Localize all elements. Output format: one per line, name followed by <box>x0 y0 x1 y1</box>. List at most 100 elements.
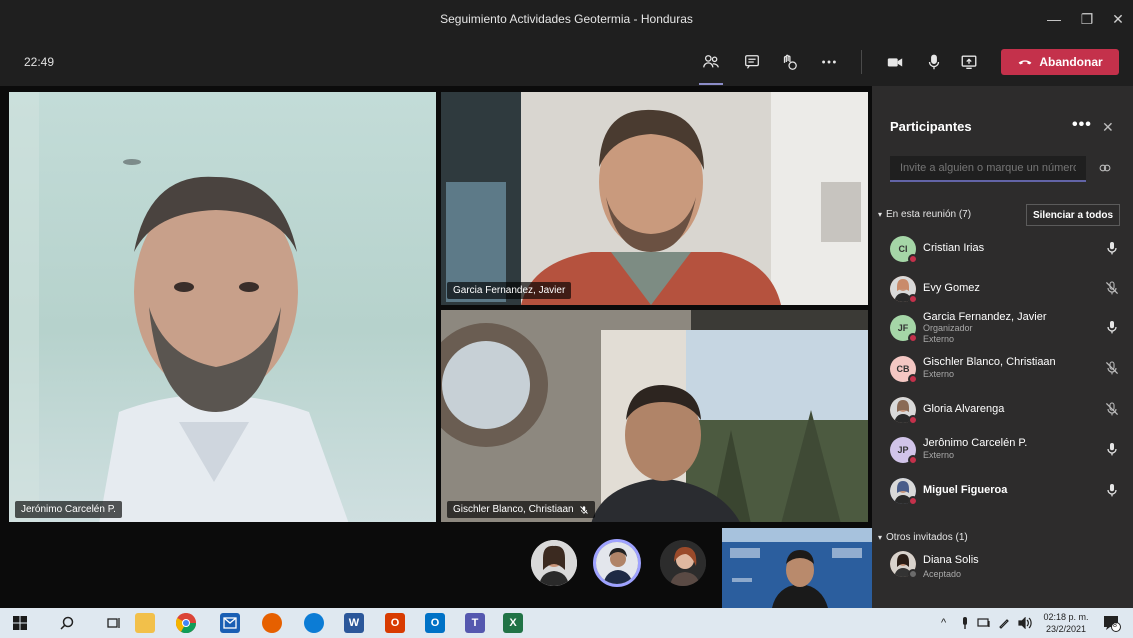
avatar <box>890 551 918 579</box>
participant-row[interactable]: JF Garcia Fernandez, Javier Organizador Ext… <box>890 311 1122 347</box>
share-screen-icon[interactable] <box>958 51 980 73</box>
participant-row[interactable]: CB Gischler Blanco, Christiaan Externo <box>890 352 1122 388</box>
excel-icon[interactable]: X <box>503 613 523 633</box>
office-icon[interactable]: O <box>385 613 405 633</box>
status-dot <box>908 496 918 506</box>
participant-row[interactable]: Gloria Alvarenga <box>890 393 1122 429</box>
mute-all-button[interactable]: Silenciar a todos <box>1026 204 1120 226</box>
meeting-timer: 22:49 <box>24 55 55 69</box>
microphone-muted-icon[interactable] <box>1104 360 1120 376</box>
system-clock[interactable]: 02:18 p. m. 23/2/2021 <box>1040 611 1092 635</box>
chevron-down-icon: ▾ <box>878 210 883 219</box>
status-dot <box>908 569 918 579</box>
avatar-initials: JP <box>897 445 909 455</box>
video-tile-javier[interactable]: Garcia Fernandez, Javier <box>441 92 868 305</box>
participants-icon[interactable] <box>700 51 722 73</box>
chrome-icon[interactable] <box>176 613 196 633</box>
avatar-initials: JF <box>897 323 909 333</box>
system-time: 02:18 p. m. <box>1043 612 1089 622</box>
invite-input[interactable] <box>890 156 1086 182</box>
status-dot <box>908 254 918 264</box>
participant-external-tag: Externo <box>923 334 955 344</box>
title-bar: Seguimiento Actividades Geotermia - Hond… <box>0 0 1133 38</box>
leave-button[interactable]: Abandonar <box>1001 49 1119 75</box>
participant-row[interactable]: CI Cristian Irias <box>890 232 1122 268</box>
meeting-toolbar: 22:49 Abandonar <box>0 38 1133 86</box>
show-hidden-icons[interactable]: ^ <box>941 617 946 629</box>
self-view-video[interactable] <box>722 528 872 608</box>
word-icon[interactable]: W <box>344 613 364 633</box>
notifications-icon[interactable]: 8 <box>1103 614 1121 635</box>
participant-role: Organizador <box>923 323 973 333</box>
participant-name: Gloria Alvarenga <box>923 403 1005 415</box>
status-dot <box>908 455 918 465</box>
participant-thumbnail[interactable] <box>531 540 577 586</box>
avatar <box>890 397 918 425</box>
system-date: 23/2/2021 <box>1045 624 1087 634</box>
avatar: CB <box>890 356 918 384</box>
invitee-status: Aceptado <box>923 569 962 579</box>
participant-row[interactable]: Miguel Figueroa <box>890 474 1122 510</box>
close-window-button[interactable]: ✕ <box>1107 8 1129 30</box>
in-meeting-section-header[interactable]: ▾ En esta reunión (7) <box>878 209 971 220</box>
microphone-icon[interactable] <box>1104 441 1120 457</box>
muted-mic-icon <box>579 505 588 514</box>
participant-external-tag: Externo <box>923 450 955 460</box>
participant-thumbnail-active[interactable] <box>593 539 641 587</box>
participant-row[interactable]: Evy Gomez <box>890 272 1122 308</box>
participant-video <box>9 92 349 524</box>
participant-video <box>441 310 868 524</box>
chat-icon[interactable] <box>741 51 763 73</box>
pen-icon[interactable] <box>998 617 1010 632</box>
self-view-image <box>722 528 872 608</box>
participant-name: Cristian Irias <box>923 242 985 254</box>
camera-icon[interactable] <box>884 51 906 73</box>
windows-taskbar: W O O T X ^ 02:18 p. m. 23/2/2021 8 <box>0 608 1133 638</box>
tray-mic-icon[interactable] <box>960 617 970 632</box>
minimize-button[interactable]: — <box>1043 8 1065 30</box>
restore-button[interactable]: ❐ <box>1076 8 1098 30</box>
microphone-icon[interactable] <box>1104 482 1120 498</box>
windows-start-icon[interactable] <box>10 613 30 633</box>
participant-strip <box>0 522 872 608</box>
avatar: JP <box>890 437 918 465</box>
teams-icon[interactable]: T <box>465 613 485 633</box>
participant-thumbnail[interactable] <box>660 540 706 586</box>
volume-icon[interactable] <box>1018 616 1032 632</box>
video-tile-christiaan[interactable]: Gischler Blanco, Christiaan <box>441 310 868 524</box>
panel-more-options-icon[interactable]: ••• <box>1072 116 1092 134</box>
video-tile-jeronimo[interactable]: Jerónimo Carcelén P. <box>9 92 436 524</box>
invitee-row[interactable]: Diana Solis Aceptado <box>890 547 1122 583</box>
status-dot <box>908 374 918 384</box>
invitee-name: Diana Solis <box>923 554 979 566</box>
participant-name-label: Gischler Blanco, Christiaan <box>447 501 595 518</box>
file-explorer-icon[interactable] <box>135 613 155 633</box>
microphone-muted-icon[interactable] <box>1104 280 1120 296</box>
panel-close-icon[interactable]: ✕ <box>1102 119 1114 136</box>
other-invitees-section-header[interactable]: ▾ Otros invitados (1) <box>878 532 968 543</box>
participant-name: Evy Gomez <box>923 282 980 294</box>
participant-video <box>441 92 868 305</box>
avatar-initials: CI <box>898 244 908 254</box>
leave-label: Abandonar <box>1039 55 1103 69</box>
network-icon[interactable] <box>977 617 991 632</box>
mail-icon[interactable] <box>220 613 240 633</box>
participant-row[interactable]: JP Jerônimo Carcelén P. Externo <box>890 433 1122 469</box>
avatar <box>890 276 918 304</box>
share-invite-icon[interactable] <box>1098 161 1112 178</box>
more-options-icon[interactable] <box>818 51 840 73</box>
firefox-icon[interactable] <box>262 613 282 633</box>
microphone-muted-icon[interactable] <box>1104 401 1120 417</box>
outlook-icon[interactable]: O <box>425 613 445 633</box>
microphone-icon[interactable] <box>923 51 945 73</box>
status-dot <box>908 333 918 343</box>
participant-name: Jerônimo Carcelén P. <box>923 437 1028 449</box>
edge-icon[interactable] <box>304 613 324 633</box>
search-icon[interactable] <box>57 613 77 633</box>
task-view-icon[interactable] <box>104 613 124 633</box>
microphone-icon[interactable] <box>1104 240 1120 256</box>
microphone-icon[interactable] <box>1104 319 1120 335</box>
participants-panel: Participantes ••• ✕ ▾ En esta reunión (7… <box>872 86 1133 608</box>
reactions-icon[interactable] <box>778 51 800 73</box>
active-tab-indicator <box>699 83 723 85</box>
